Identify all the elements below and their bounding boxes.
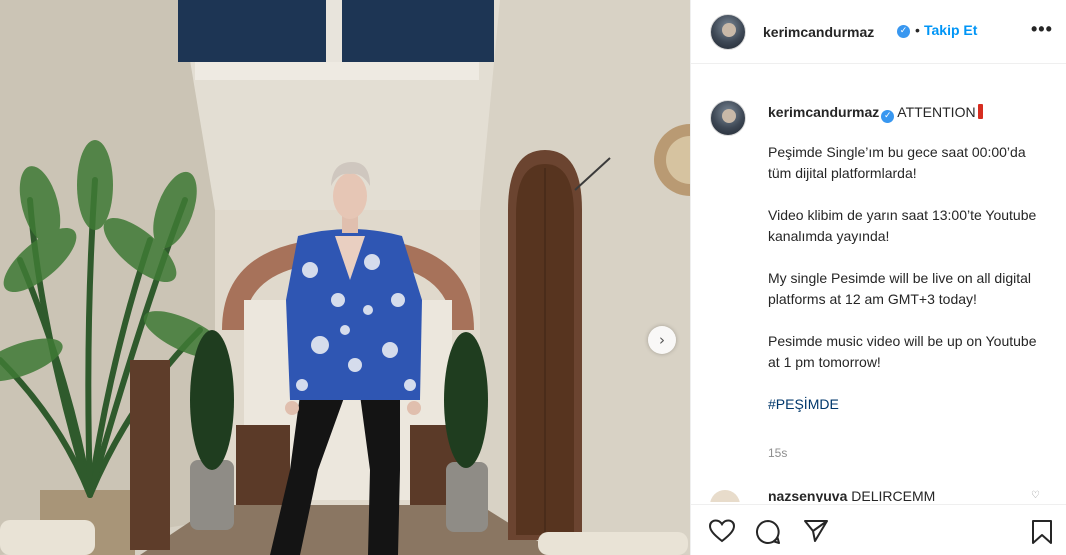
action-bar [691,504,1066,555]
chevron-right-icon: › [659,330,665,349]
comment-item: nazsenyuva DELIRCEMM ♡ [691,484,1066,502]
more-options-icon[interactable]: ••• [1031,20,1053,38]
caption-avatar[interactable] [710,100,746,136]
caption-paragraph: Peşimde Single’ım bu gece saat 00:00’da … [768,144,1026,181]
caption-heading: kerimcandurmaz ✓ ATTENTION [768,104,983,123]
commenter-avatar[interactable] [710,490,740,502]
caption-paragraph: My single Pesimde will be live on all di… [768,270,1032,307]
avatar[interactable] [710,14,746,50]
comment-like-icon[interactable]: ♡ [1031,490,1040,501]
photo-scene [0,0,690,555]
comment-icon[interactable] [755,519,781,545]
comment-body: DELIRCEMM [851,488,936,502]
bookmark-icon[interactable] [1031,519,1053,545]
next-photo-button[interactable]: › [648,326,676,354]
exclamation-emoji-icon [977,104,983,119]
follow-button[interactable]: Takip Et [924,22,977,38]
separator-dot: • [915,22,920,38]
caption-username-link[interactable]: kerimcandurmaz [768,104,879,120]
post-photo[interactable]: › [0,0,690,555]
comment-text: nazsenyuva DELIRCEMM [768,488,935,502]
verified-badge-icon: ✓ [897,25,910,38]
heart-icon[interactable] [709,519,735,543]
commenter-username-link[interactable]: nazsenyuva [768,488,847,502]
verified-badge-icon: ✓ [881,110,895,123]
post-timestamp[interactable]: 15s [768,446,787,460]
hashtag-link[interactable]: #PEŞİMDE [768,396,839,412]
caption-title: ATTENTION [897,104,976,120]
caption-area: kerimcandurmaz ✓ ATTENTION Peşimde Single’… [691,64,1066,484]
username-link[interactable]: kerimcandurmaz [763,24,874,40]
post-header: kerimcandurmaz ✓ • Takip Et ••• [691,0,1066,64]
caption-paragraph: Video klibim de yarın saat 13:00’te Yout… [768,207,1037,244]
caption-paragraph: Pesimde music video will be up on Youtub… [768,333,1037,370]
caption-text: Peşimde Single’ım bu gece saat 00:00’da … [768,142,1048,436]
post-side-panel: kerimcandurmaz ✓ • Takip Et ••• kerimcan… [690,0,1066,555]
share-icon[interactable] [803,519,829,543]
